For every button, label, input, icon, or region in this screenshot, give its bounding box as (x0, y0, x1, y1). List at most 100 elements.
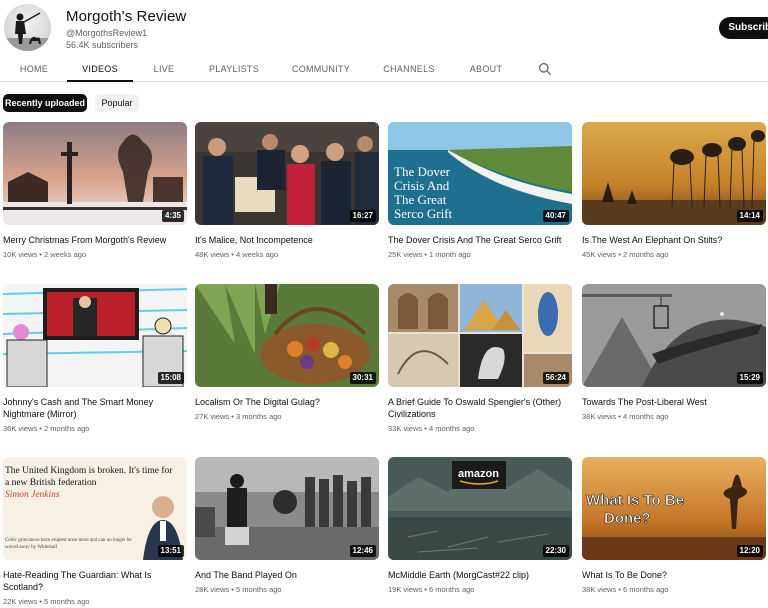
video-card[interactable]: 12:46 And The Band Played On 28K views •… (195, 457, 379, 595)
meta-separator: • (618, 585, 621, 594)
video-title[interactable]: Hate-Reading The Guardian: What Is Scotl… (3, 569, 187, 593)
tab-live[interactable]: LIVE (145, 58, 183, 82)
video-thumbnail[interactable]: 56:24 (388, 284, 572, 387)
video-meta: 27K views • 3 months ago (195, 412, 379, 422)
video-title[interactable]: A Brief Guide To Oswald Spengler's (Othe… (388, 396, 572, 420)
thumb-title-line: What Is To Be (586, 492, 684, 509)
thumb-title-line: Done? (604, 510, 651, 527)
subscribe-button[interactable]: Subscribe (719, 17, 768, 39)
thumb-headline: The United Kingdom is broken. It's time … (5, 465, 173, 476)
video-card[interactable]: 56:24 A Brief Guide To Oswald Spengler's… (388, 284, 572, 434)
filter-recently-uploaded[interactable]: Recently uploaded (3, 94, 87, 112)
upload-age: 4 months ago (429, 424, 475, 433)
tab-videos[interactable]: VIDEOS (67, 58, 133, 82)
thumb-headline: a new British federation (5, 477, 97, 488)
video-meta: 22K views • 5 months ago (3, 597, 187, 607)
video-title[interactable]: The Dover Crisis And The Great Serco Gri… (388, 234, 572, 246)
channel-tabs: HOME VIDEOS LIVE PLAYLISTS COMMUNITY CHA… (0, 58, 768, 82)
video-thumbnail[interactable]: amazon 22:30 (388, 457, 572, 560)
view-count: 27K views (195, 412, 230, 421)
video-title[interactable]: Is The West An Elephant On Stilts? (582, 234, 766, 246)
video-thumbnail[interactable]: The Dover Crisis And The Great Serco Gri… (388, 122, 572, 225)
video-duration: 12:20 (736, 545, 763, 557)
view-count: 25K views (388, 250, 423, 259)
video-card[interactable]: amazon 22:30 McMiddle Earth (MorgCast#22… (388, 457, 572, 595)
video-meta: 28K views • 5 months ago (195, 585, 379, 595)
video-thumbnail[interactable]: 15:08 (3, 284, 187, 387)
video-card[interactable]: 14:14 Is The West An Elephant On Stilts?… (582, 122, 766, 260)
tab-about[interactable]: ABOUT (463, 58, 509, 82)
filter-popular[interactable]: Popular (95, 94, 139, 112)
video-meta: 48K views • 4 weeks ago (195, 250, 379, 260)
upload-age: 5 months ago (44, 597, 90, 606)
video-title[interactable]: What Is To Be Done? (582, 569, 766, 581)
video-meta: 10K views • 2 weeks ago (3, 250, 187, 260)
subscriber-count: 56.4K subscribers (66, 40, 139, 50)
meta-separator: • (424, 424, 427, 433)
video-thumbnail[interactable]: 16:27 (195, 122, 379, 225)
video-meta: 33K views • 4 months ago (388, 424, 572, 434)
channel-header: Morgoth's Review @MorgothsReview1 56.4K … (0, 0, 768, 56)
video-title[interactable]: It's Malice, Not Incompetence (195, 234, 379, 246)
video-card[interactable]: 15:29 Towards The Post-Liberal West 38K … (582, 284, 766, 422)
meta-separator: • (39, 597, 42, 606)
video-thumbnail[interactable]: 14:14 (582, 122, 766, 225)
video-meta: 45K views • 2 months ago (582, 250, 766, 260)
video-duration: 4:35 (161, 210, 184, 222)
video-duration: 16:27 (349, 210, 376, 222)
upload-age: 2 weeks ago (44, 250, 87, 259)
view-count: 33K views (388, 424, 423, 433)
view-count: 38K views (582, 412, 617, 421)
tab-playlists[interactable]: PLAYLISTS (205, 58, 263, 82)
channel-handle: @MorgothsReview1 (66, 28, 148, 38)
video-duration: 15:08 (157, 372, 184, 384)
video-duration: 13:51 (157, 545, 184, 557)
channel-avatar[interactable] (4, 4, 51, 51)
video-card[interactable]: What Is To Be Done? 12:20 What Is To Be … (582, 457, 766, 595)
video-title[interactable]: Towards The Post-Liberal West (582, 396, 766, 408)
video-duration: 56:24 (542, 372, 569, 384)
video-thumbnail[interactable]: The United Kingdom is broken. It's time … (3, 457, 187, 560)
video-card[interactable]: The Dover Crisis And The Great Serco Gri… (388, 122, 572, 260)
video-duration: 30:31 (349, 372, 376, 384)
video-title[interactable]: McMiddle Earth (MorgCast#22 clip) (388, 569, 572, 581)
thumb-amazon-logo: amazon (458, 468, 499, 480)
video-thumbnail[interactable]: 4:35 (3, 122, 187, 225)
video-title[interactable]: Johnny's Cash and The Smart Money Nightm… (3, 396, 187, 420)
view-count: 48K views (195, 250, 230, 259)
thumb-text-line: Crisis And (394, 178, 450, 193)
video-duration: 12:46 (349, 545, 376, 557)
view-count: 36K views (3, 424, 38, 433)
upload-age: 2 months ago (44, 424, 90, 433)
upload-age: 2 months ago (623, 250, 669, 259)
video-duration: 40:47 (542, 210, 569, 222)
video-title[interactable]: And The Band Played On (195, 569, 379, 581)
tab-community[interactable]: COMMUNITY (286, 58, 356, 82)
view-count: 10K views (3, 250, 38, 259)
video-duration: 22:30 (542, 545, 569, 557)
tab-home[interactable]: HOME (10, 58, 58, 82)
meta-separator: • (424, 250, 427, 259)
video-card[interactable]: 16:27 It's Malice, Not Incompetence 48K … (195, 122, 379, 260)
video-thumbnail[interactable]: 12:46 (195, 457, 379, 560)
video-title[interactable]: Merry Christmas From Morgoth's Review (3, 234, 187, 246)
tab-channels[interactable]: CHANNELS (378, 58, 440, 82)
video-thumbnail[interactable]: 30:31 (195, 284, 379, 387)
upload-age: 3 months ago (236, 412, 282, 421)
video-card[interactable]: The United Kingdom is broken. It's time … (3, 457, 187, 607)
view-count: 38K views (582, 585, 617, 594)
video-title[interactable]: Localism Or The Digital Gulag? (195, 396, 379, 408)
video-card[interactable]: 4:35 Merry Christmas From Morgoth's Revi… (3, 122, 187, 260)
video-thumbnail[interactable]: What Is To Be Done? 12:20 (582, 457, 766, 560)
upload-age: 4 months ago (623, 412, 669, 421)
video-thumbnail[interactable]: 15:29 (582, 284, 766, 387)
meta-separator: • (39, 424, 42, 433)
thumb-byline: Simon Jenkins (5, 490, 60, 500)
thumbnail-image (3, 122, 187, 225)
video-card[interactable]: 30:31 Localism Or The Digital Gulag? 27K… (195, 284, 379, 422)
thumb-text-line: The Dover (394, 164, 451, 179)
meta-separator: • (618, 250, 621, 259)
view-count: 22K views (3, 597, 38, 606)
video-card[interactable]: 15:08 Johnny's Cash and The Smart Money … (3, 284, 187, 434)
tab-search-button[interactable] (538, 62, 552, 76)
